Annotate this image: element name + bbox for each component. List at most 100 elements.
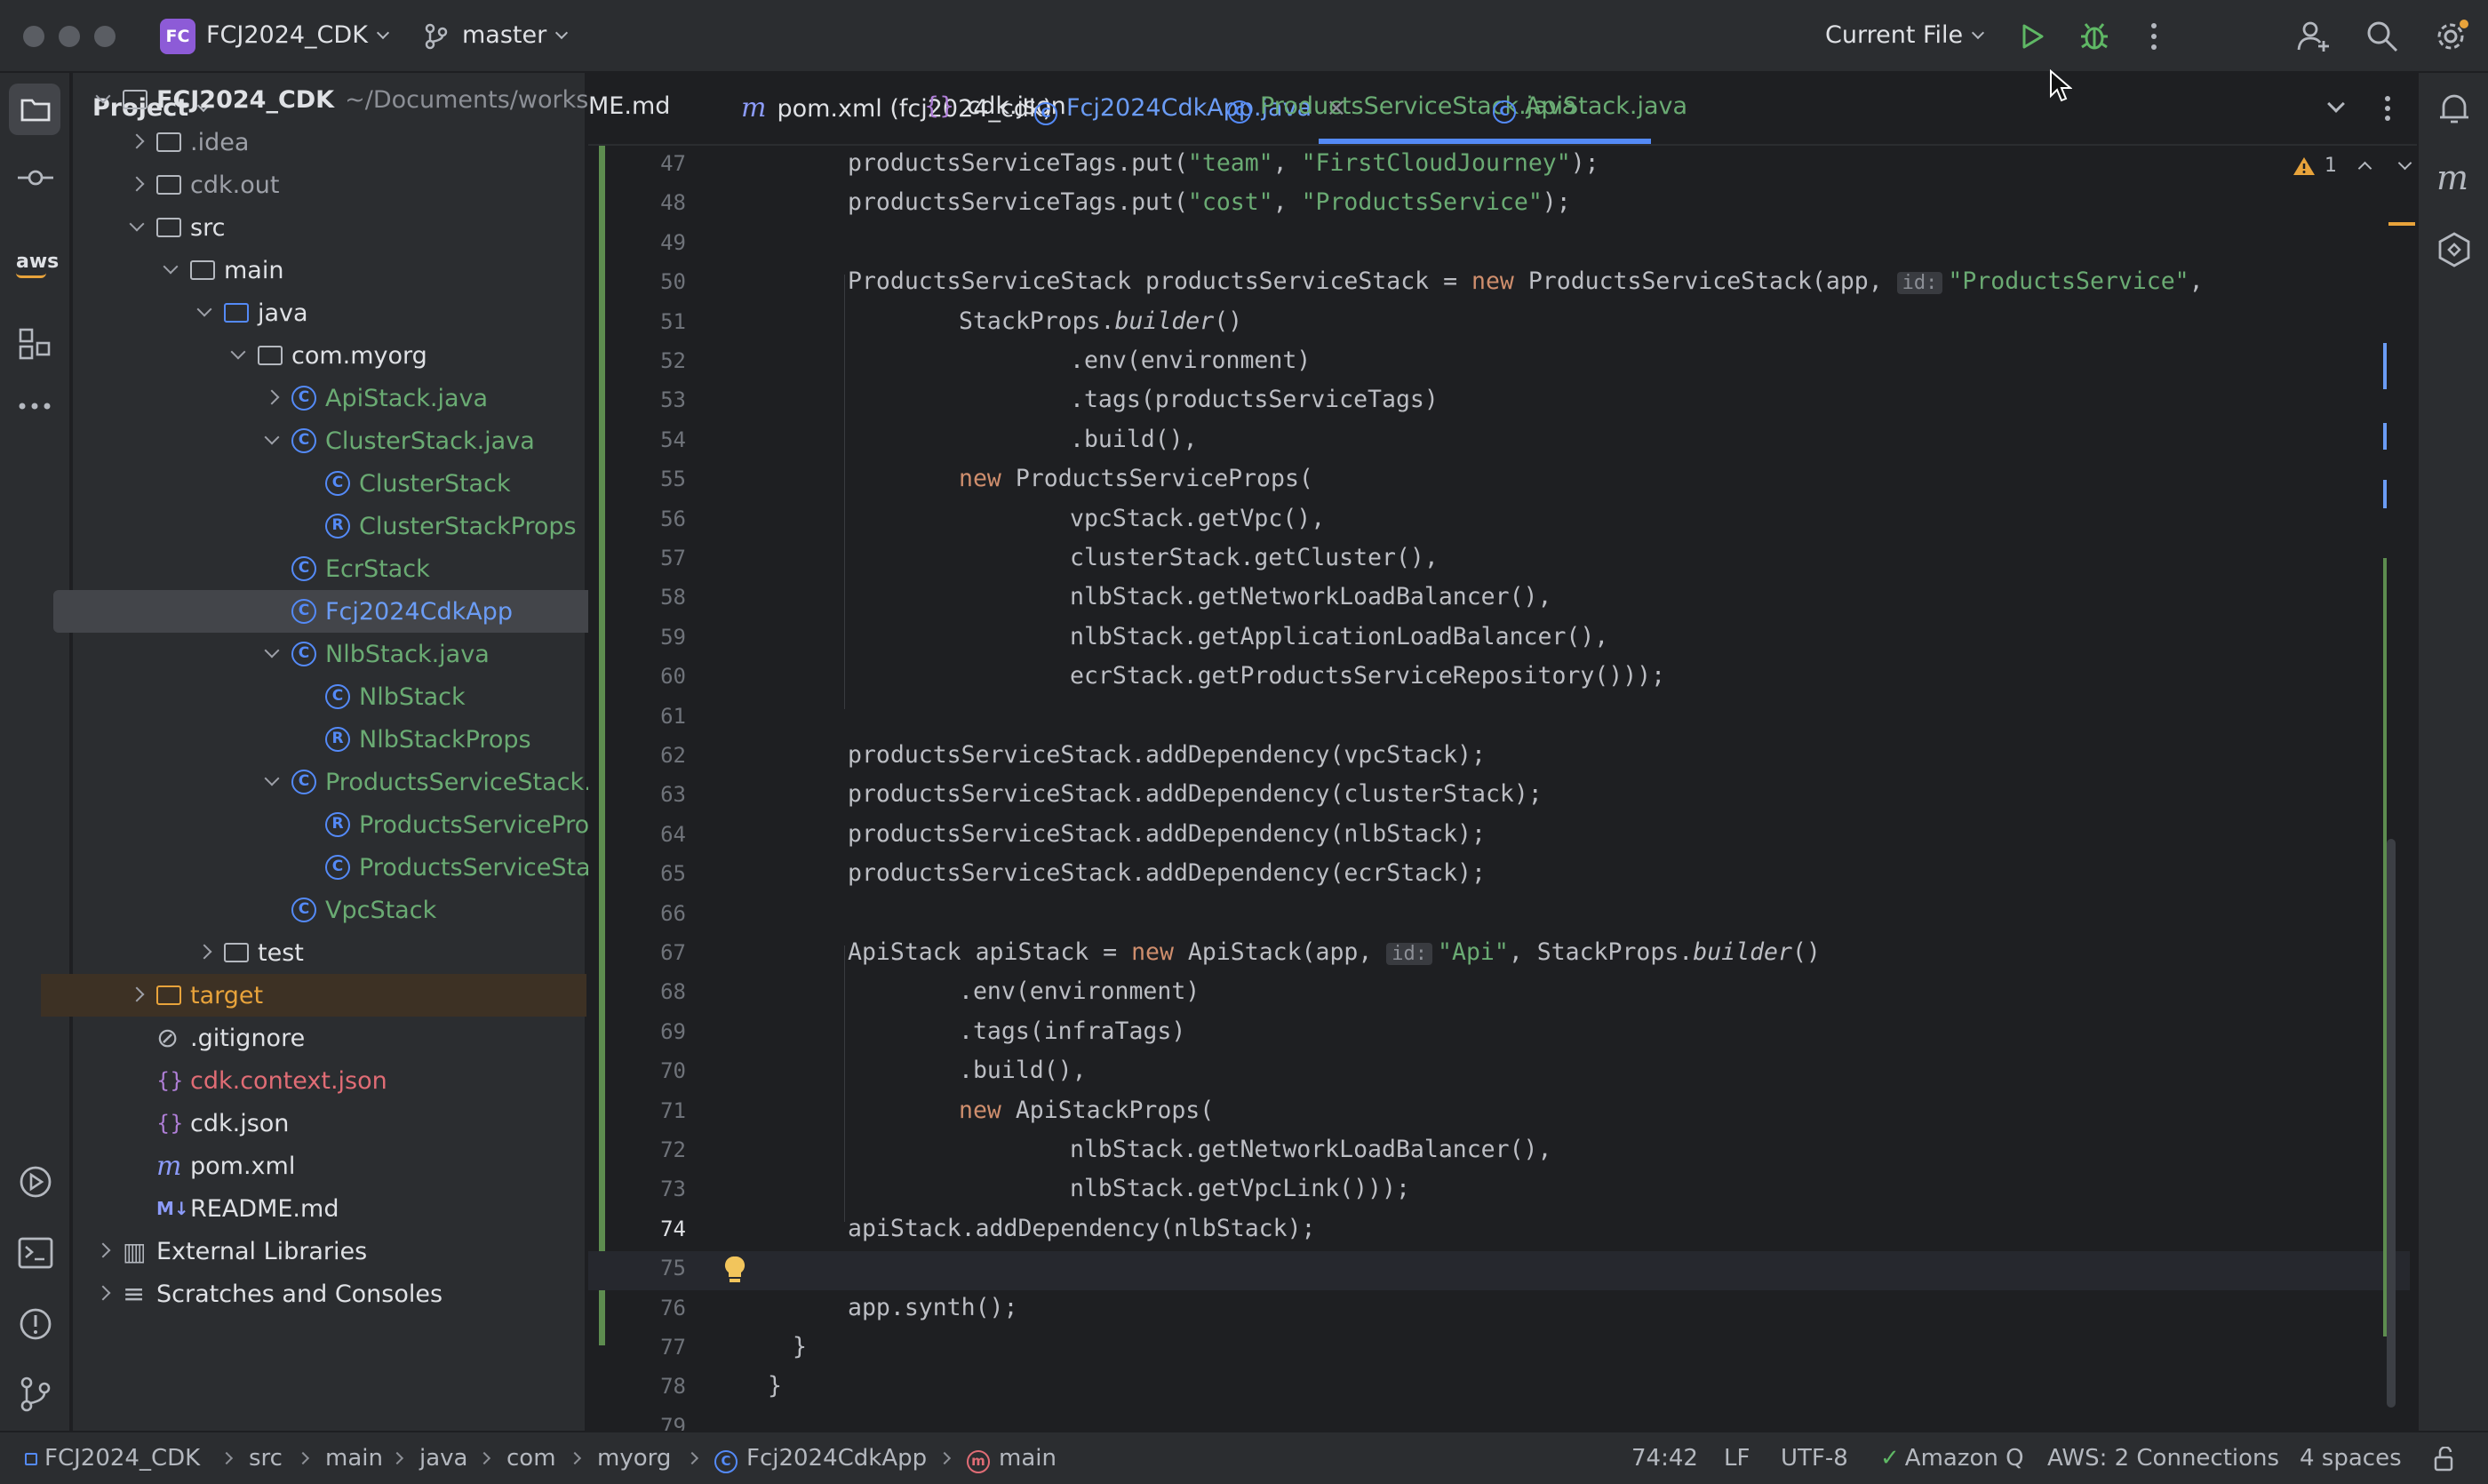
tree-item[interactable]: ▥ External Libraries [73, 1230, 585, 1273]
code-line[interactable]: new ProductsServiceProps( [959, 465, 1313, 492]
tree-item[interactable]: java [73, 291, 585, 334]
code-line[interactable]: nlbStack.getApplicationLoadBalancer(), [1070, 623, 1608, 650]
code-line[interactable]: productsServiceTags.put("team", "FirstCl… [848, 149, 1599, 177]
git-icon[interactable] [18, 1376, 53, 1413]
code-line[interactable]: clusterStack.getCluster(), [1070, 544, 1439, 571]
code-line[interactable]: app.synth(); [848, 1294, 1017, 1321]
chevron-right-icon[interactable] [129, 133, 145, 149]
code-line[interactable]: productsServiceStack.addDependency(clust… [848, 780, 1543, 808]
tree-item[interactable]: test [73, 931, 585, 974]
next-highlight-icon[interactable] [2397, 156, 2412, 171]
aws-icon[interactable]: aws [16, 251, 59, 278]
code-line[interactable]: } [768, 1372, 782, 1400]
add-user-icon[interactable] [2296, 20, 2332, 53]
chevron-right-icon[interactable] [95, 1242, 111, 1258]
tree-item[interactable]: FCJ2024_CDK ~/Documents/workshc [73, 78, 617, 121]
code-line[interactable]: productsServiceStack.addDependency(vpcSt… [848, 741, 1486, 769]
code-line[interactable]: productsServiceStack.addDependency(ecrSt… [848, 859, 1486, 887]
terminal-icon[interactable] [18, 1237, 53, 1269]
tree-item[interactable]: main [73, 249, 585, 291]
more-actions-icon[interactable] [2145, 21, 2163, 52]
tree-item[interactable]: C ClusterStack [73, 462, 585, 505]
breadcrumb-item[interactable]: com [506, 1445, 556, 1472]
tree-item[interactable]: M↓ README.md [73, 1187, 585, 1230]
vertical-scrollbar[interactable] [2387, 839, 2396, 1408]
chevron-right-icon[interactable] [95, 1285, 111, 1301]
chevron-down-icon[interactable] [264, 770, 280, 786]
tree-item[interactable]: C ApiStack.java [73, 377, 585, 419]
chevron-down-icon[interactable] [264, 429, 280, 445]
tree-item[interactable]: C ProductsServiceSta [73, 846, 591, 889]
code-line[interactable]: ApiStack apiStack = new ApiStack(app, id… [848, 938, 1821, 966]
tree-item[interactable]: com.myorg [73, 334, 585, 377]
tree-item[interactable]: C Fcj2024CdkApp [53, 590, 599, 633]
code-line[interactable]: new ApiStackProps( [959, 1097, 1214, 1124]
code-line[interactable]: .env(environment) [959, 977, 1200, 1005]
breadcrumb-item[interactable]: main [325, 1445, 383, 1472]
breadcrumb-item[interactable]: src [249, 1445, 283, 1472]
problems-icon[interactable] [18, 1306, 53, 1342]
structure-icon[interactable] [18, 327, 52, 361]
project-tool-button[interactable] [9, 84, 60, 135]
tab-options-icon[interactable] [2381, 94, 2394, 123]
aws-connections[interactable]: AWS: 2 Connections [2047, 1445, 2279, 1472]
services-icon[interactable] [18, 1164, 53, 1200]
inspection-widget[interactable]: 1 [2293, 155, 2412, 177]
tree-item[interactable]: C ClusterStack.java [73, 419, 585, 462]
code-line[interactable]: .env(environment) [1070, 347, 1311, 374]
chevron-right-icon[interactable] [129, 176, 145, 192]
tree-item[interactable]: C ProductsServiceStack.j [73, 761, 598, 803]
tree-item[interactable]: C VpcStack [73, 889, 585, 931]
chevron-down-icon[interactable] [129, 216, 145, 232]
notifications-bell-icon[interactable] [2436, 91, 2472, 126]
code-line[interactable]: productsServiceStack.addDependency(nlbSt… [848, 820, 1486, 848]
window-minimize-button[interactable] [59, 26, 80, 47]
warning-stripe-marker[interactable] [2388, 222, 2415, 226]
tree-item[interactable]: ⊘ .gitignore [73, 1017, 585, 1059]
settings-gear-icon[interactable] [2433, 18, 2470, 55]
more-tools-icon[interactable] [18, 402, 52, 411]
tree-item[interactable]: target [41, 974, 586, 1017]
code-line[interactable]: StackProps.builder() [959, 307, 1242, 335]
project-switcher[interactable]: FCJ2024_CDK [206, 21, 389, 49]
code-line[interactable]: nlbStack.getNetworkLoadBalancer(), [1070, 583, 1551, 610]
run-config-selector[interactable]: Current File [1825, 21, 1985, 49]
breadcrumb-item[interactable]: m main [967, 1445, 1057, 1473]
code-line[interactable]: .tags(productsServiceTags) [1070, 386, 1439, 413]
code-line[interactable]: } [793, 1333, 807, 1360]
amazon-q-status[interactable]: ✓ Amazon Q [1880, 1445, 2024, 1472]
tree-item[interactable]: R ClusterStackProps [73, 505, 585, 547]
tree-item[interactable]: R NlbStackProps [73, 718, 585, 761]
search-icon[interactable] [2365, 20, 2399, 53]
tree-item[interactable]: C NlbStack.java [73, 633, 585, 675]
breadcrumb-item[interactable]: FCJ2024_CDK [25, 1445, 200, 1472]
caret-position[interactable]: 74:42 [1631, 1445, 1698, 1472]
code-line[interactable]: productsServiceTags.put("cost", "Product… [848, 188, 1571, 216]
read-only-lock-icon[interactable] [2433, 1447, 2458, 1472]
tree-item[interactable]: .idea [73, 121, 585, 164]
tree-item[interactable]: cdk.out [73, 164, 585, 206]
code-line[interactable]: ProductsServiceStack productsServiceStac… [848, 267, 2204, 295]
tab-apistack-java[interactable]: C ApiStack.java [1493, 92, 1687, 124]
code-line[interactable]: nlbStack.getNetworkLoadBalancer(), [1070, 1136, 1551, 1163]
window-maximize-button[interactable] [94, 26, 116, 47]
tree-item[interactable]: src [73, 206, 585, 249]
tree-item[interactable]: C NlbStack [73, 675, 585, 718]
tree-item[interactable]: R ProductsServicePro [73, 803, 589, 846]
chevron-down-icon[interactable] [163, 259, 179, 275]
chevron-right-icon[interactable] [196, 944, 212, 960]
line-ending[interactable]: LF [1724, 1445, 1750, 1472]
chevron-right-icon[interactable] [264, 389, 280, 405]
chevron-down-icon[interactable] [196, 301, 212, 317]
breadcrumb-item[interactable]: C Fcj2024CdkApp [714, 1445, 927, 1473]
aws-toolkit-icon[interactable] [2436, 231, 2472, 268]
window-close-button[interactable] [23, 26, 44, 47]
chevron-down-icon[interactable] [95, 88, 111, 104]
maven-tool-icon[interactable]: m [2436, 158, 2468, 197]
code-line[interactable]: nlbStack.getVpcLink())); [1070, 1175, 1410, 1202]
chevron-down-icon[interactable] [230, 344, 246, 360]
tree-item[interactable]: ≡ Scratches and Consoles [73, 1273, 585, 1315]
code-line[interactable]: .build(), [1070, 426, 1198, 453]
code-line[interactable]: .tags(infraTags) [959, 1017, 1185, 1045]
commit-icon[interactable] [16, 167, 55, 188]
